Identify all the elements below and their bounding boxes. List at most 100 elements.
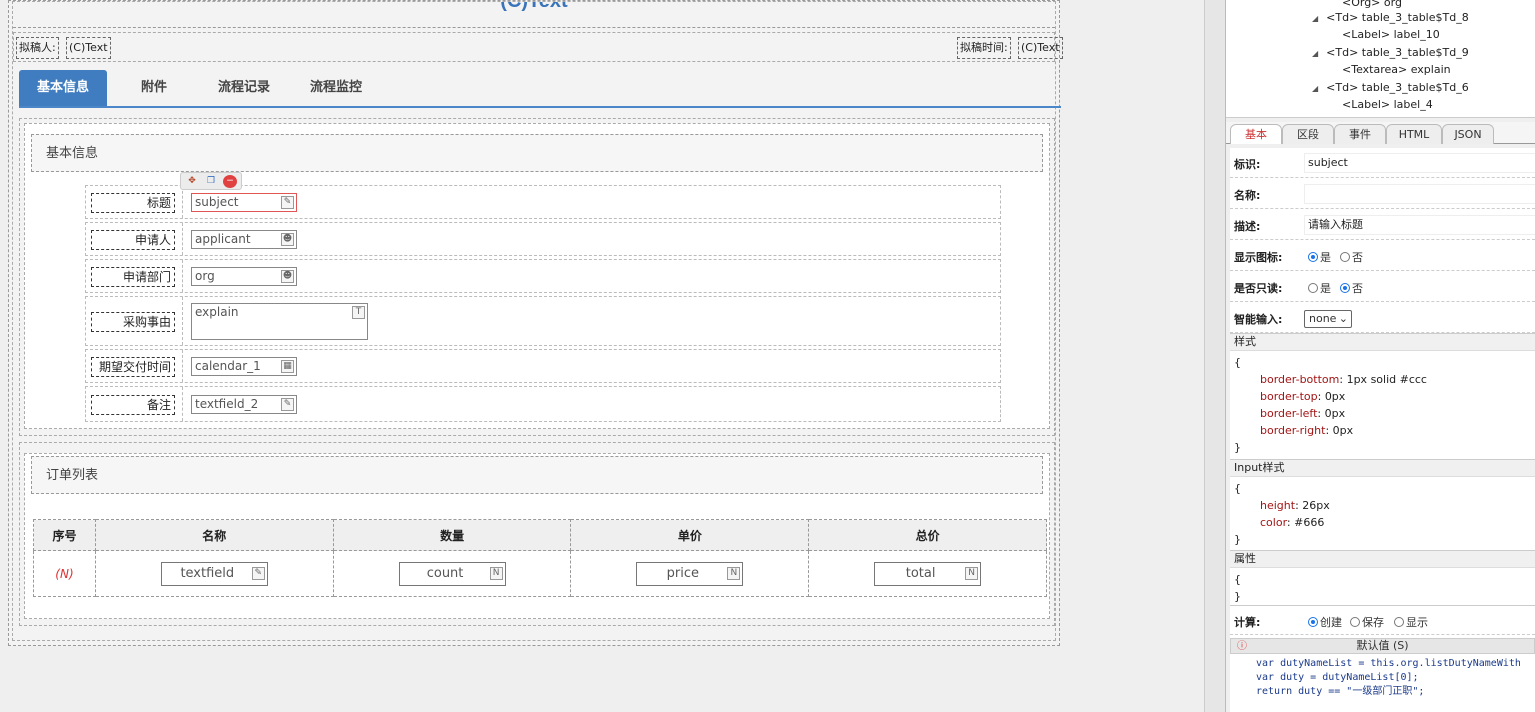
person-icon: ☻ (281, 233, 294, 246)
copy-icon[interactable]: ❐ (204, 175, 218, 188)
radio-unchecked-icon[interactable] (1350, 617, 1360, 627)
tab-attachments[interactable]: 附件 (119, 70, 189, 106)
prop-id-input[interactable]: subject (1304, 153, 1535, 173)
col-header-total[interactable]: 总价 (808, 519, 1047, 551)
show-icon-yes-option[interactable]: 是 (1308, 249, 1331, 265)
field-label-org[interactable]: 申请部门 (91, 267, 175, 287)
expand-triangle-icon[interactable]: ◢ (1312, 84, 1318, 93)
style-rule: border-top: 0px (1260, 390, 1346, 403)
expand-triangle-icon[interactable]: ◢ (1312, 14, 1318, 23)
radio-checked-icon[interactable] (1308, 252, 1318, 262)
readonly-yes-label: 是 (1320, 282, 1331, 295)
input-style-section-header[interactable]: Input样式 (1230, 459, 1535, 477)
draft-time-label[interactable]: 拟稿时间: (957, 37, 1011, 59)
field-label-calendar[interactable]: 期望交付时间 (91, 357, 175, 377)
prop-desc-input[interactable]: 请输入标题 (1304, 215, 1535, 235)
tree-item-org[interactable]: <Org> org (1342, 0, 1402, 9)
prop-name-input[interactable] (1304, 184, 1535, 204)
drafter-label[interactable]: 拟稿人: (16, 37, 59, 59)
draft-time-value[interactable]: (C)Text (1018, 37, 1063, 59)
col-header-index[interactable]: 序号 (33, 519, 96, 551)
tree-item-label4[interactable]: <Label> label_4 (1342, 98, 1433, 111)
readonly-no-option[interactable]: 否 (1340, 280, 1363, 296)
field-label-remark[interactable]: 备注 (91, 395, 175, 415)
basic-section-header[interactable]: 基本信息 (31, 134, 1043, 172)
radio-unchecked-icon[interactable] (1308, 283, 1318, 293)
tab-section[interactable]: 区段 (1282, 124, 1334, 144)
tree-item-td6-label: <Td> table_3_table$Td_6 (1326, 81, 1469, 94)
attr-section-header[interactable]: 属性 (1230, 550, 1535, 568)
number-icon: N (727, 566, 741, 580)
prop-row-calc: 计算: 创建 保存 显示 (1230, 605, 1535, 635)
order-table-header: 序号 名称 数量 单价 总价 (33, 519, 1047, 551)
tree-item-explain[interactable]: <Textarea> explain (1342, 63, 1451, 76)
move-icon[interactable]: ✥ (185, 175, 199, 188)
element-toolbar: ✥ ❐ − (180, 172, 242, 190)
calc-create-option[interactable]: 创建 (1308, 614, 1342, 630)
tab-flow-records[interactable]: 流程记录 (209, 70, 279, 106)
panel-splitter[interactable] (1204, 0, 1226, 712)
total-input-value: total (905, 565, 936, 581)
calc-save-option[interactable]: 保存 (1350, 614, 1384, 630)
tree-item-td6[interactable]: ◢ <Td> table_3_table$Td_6 (1312, 81, 1469, 94)
field-label-applicant[interactable]: 申请人 (91, 230, 175, 250)
expand-triangle-icon[interactable]: ◢ (1312, 49, 1318, 58)
input-style-editor[interactable]: { height: 26px color: #666 } (1234, 480, 1330, 548)
radio-checked-icon[interactable] (1308, 617, 1318, 627)
tree-item-td8[interactable]: ◢ <Td> table_3_table$Td_8 (1312, 11, 1469, 24)
field-label-explain[interactable]: 采购事由 (91, 312, 175, 332)
org-input-value: org (195, 269, 215, 283)
explain-textarea[interactable]: explain T (191, 303, 368, 340)
subject-input[interactable]: subject ✎ (191, 193, 297, 212)
cell-price: price N (570, 550, 810, 597)
calendar-input[interactable]: calendar_1 ▦ (191, 357, 297, 376)
col-header-price[interactable]: 单价 (570, 519, 810, 551)
textfield-input[interactable]: textfield ✎ (160, 561, 268, 586)
applicant-input[interactable]: applicant ☻ (191, 230, 297, 249)
order-section-header[interactable]: 订单列表 (31, 456, 1043, 494)
row-index[interactable]: (N) (33, 550, 96, 597)
attr-editor[interactable]: { } (1234, 571, 1241, 605)
delete-icon[interactable]: − (223, 175, 237, 188)
show-icon-no-option[interactable]: 否 (1340, 249, 1363, 265)
default-value-header[interactable]: ⓘ 默认值 (S) (1230, 638, 1535, 654)
tree-item-td9[interactable]: ◢ <Td> table_3_table$Td_9 (1312, 46, 1469, 59)
input-rule-value: 26px (1302, 499, 1330, 512)
drafter-value[interactable]: (C)Text (66, 37, 111, 59)
col-header-count[interactable]: 数量 (332, 519, 572, 551)
tab-html[interactable]: HTML (1386, 124, 1442, 144)
title-strip[interactable]: (C)Text (13, 2, 1055, 28)
tab-basic[interactable]: 基本 (1230, 124, 1282, 144)
style-rule-key: border-top (1260, 390, 1318, 403)
style-section-header[interactable]: 样式 (1230, 333, 1535, 351)
smart-input-select[interactable]: none ⌄ (1304, 310, 1352, 328)
tab-flow-monitor[interactable]: 流程监控 (301, 70, 371, 106)
field-row-calendar: 期望交付时间 calendar_1 ▦ (85, 349, 1001, 383)
calc-show-option[interactable]: 显示 (1394, 614, 1428, 630)
tab-basic-info[interactable]: 基本信息 (19, 70, 107, 106)
applicant-input-value: applicant (195, 232, 251, 246)
field-row-subject: 标题 subject ✎ (85, 185, 1001, 219)
calc-save-label: 保存 (1362, 616, 1384, 629)
attr-close-brace: } (1234, 590, 1241, 603)
default-value-script-editor[interactable]: var dutyNameList = this.org.listDutyName… (1256, 657, 1521, 699)
total-input[interactable]: total N (874, 561, 982, 586)
price-input[interactable]: price N (636, 561, 744, 586)
radio-unchecked-icon[interactable] (1340, 252, 1350, 262)
col-header-name[interactable]: 名称 (94, 519, 334, 551)
tree-item-label10[interactable]: <Label> label_10 (1342, 28, 1440, 41)
remark-input[interactable]: textfield_2 ✎ (191, 395, 297, 414)
radio-checked-icon[interactable] (1340, 283, 1350, 293)
tab-events[interactable]: 事件 (1334, 124, 1386, 144)
script-line: return duty == "一级部门正职"; (1256, 686, 1425, 697)
field-label-subject[interactable]: 标题 (91, 193, 175, 213)
prop-desc-label: 描述: (1234, 220, 1261, 233)
count-input[interactable]: count N (398, 561, 506, 586)
field-row-org: 申请部门 org ☻ (85, 259, 1001, 293)
field-cell-calendar: calendar_1 ▦ (182, 350, 1000, 382)
tab-json[interactable]: JSON (1442, 124, 1494, 144)
radio-unchecked-icon[interactable] (1394, 617, 1404, 627)
readonly-yes-option[interactable]: 是 (1308, 280, 1331, 296)
org-input[interactable]: org ☻ (191, 267, 297, 286)
style-editor[interactable]: { border-bottom: 1px solid #ccc border-t… (1234, 354, 1427, 456)
